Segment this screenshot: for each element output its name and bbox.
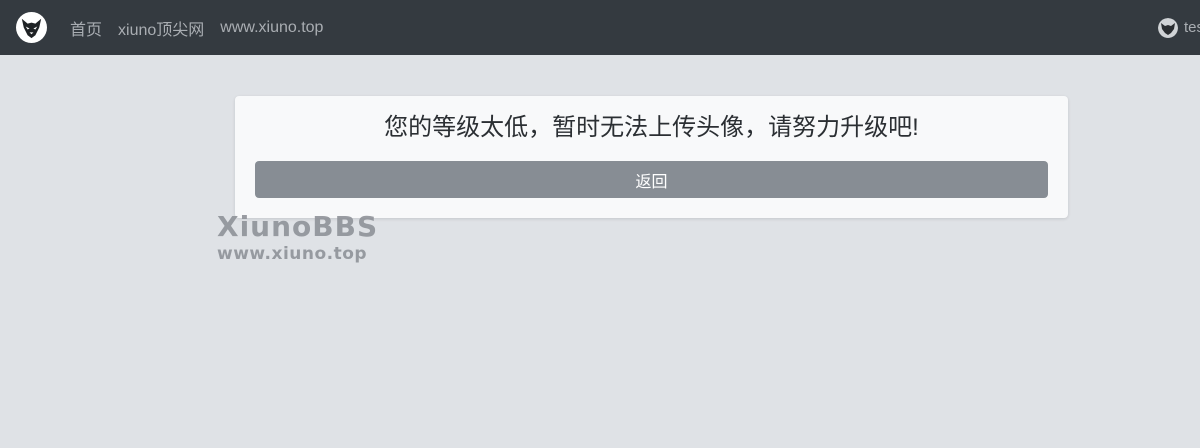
nav-link-home[interactable]: 首页 <box>62 16 110 40</box>
nav-link-xiuno-url[interactable]: www.xiuno.top <box>212 19 331 37</box>
back-button[interactable]: 返回 <box>255 161 1048 198</box>
user-name: test <box>1184 19 1200 36</box>
user-avatar-icon <box>1158 17 1178 38</box>
error-message: 您的等级太低，暂时无法上传头像，请努力升级吧! <box>384 114 919 141</box>
wolf-head-logo-icon[interactable] <box>16 12 47 43</box>
watermark-title: XiunoBBS <box>217 210 379 243</box>
nav-link-xiuno-site[interactable]: xiuno顶尖网 <box>110 16 212 40</box>
user-menu[interactable]: test <box>1158 0 1200 55</box>
message-card: 您的等级太低，暂时无法上传头像，请努力升级吧! 返回 <box>235 96 1068 218</box>
nav-links: 首页 xiuno顶尖网 www.xiuno.top <box>62 0 331 55</box>
watermark: XiunoBBS www.xiuno.top <box>217 210 378 264</box>
watermark-url: www.xiuno.top <box>217 244 368 264</box>
top-navbar: 首页 xiuno顶尖网 www.xiuno.top test <box>0 0 1200 55</box>
